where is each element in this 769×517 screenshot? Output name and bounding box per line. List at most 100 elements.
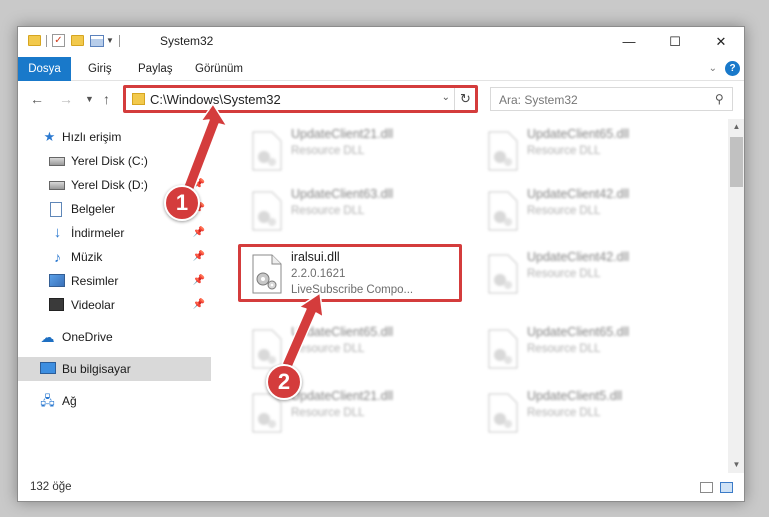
computer-icon (40, 362, 56, 376)
file-name: UpdateClient42.dll (527, 187, 630, 201)
file-description: LiveSubscribe Compo... (291, 284, 414, 296)
expand-ribbon-icon[interactable]: ⌄ (709, 63, 717, 74)
file-description: Resource DLL (527, 145, 601, 157)
file-tile[interactable]: UpdateClient63.dll Resource DLL (239, 181, 463, 239)
file-tile[interactable]: UpdateClient5.dll Resource DLL (475, 383, 699, 441)
file-name: UpdateClient63.dll (291, 187, 394, 201)
maximize-button[interactable]: ☐ (652, 27, 698, 57)
sidebar-item-label: Bu bilgisayar (62, 362, 131, 376)
close-button[interactable]: ✕ (698, 27, 744, 57)
up-arrow-icon[interactable]: ↑ (103, 91, 110, 107)
sidebar-item-network[interactable]: 🖧 Ağ (18, 389, 211, 413)
file-description: Resource DLL (527, 407, 601, 419)
search-input[interactable]: Ara: System32 ⚲ (490, 87, 733, 111)
item-count: 132 öğe (30, 481, 72, 493)
pin-icon: 📌 (192, 227, 205, 238)
refresh-icon[interactable]: ↻ (454, 88, 476, 110)
drive-icon (49, 178, 65, 192)
file-tile[interactable]: UpdateClient21.dll Resource DLL (239, 121, 463, 179)
tab-file[interactable]: Dosya (18, 57, 71, 81)
pictures-icon (49, 274, 65, 288)
scrollbar-thumb[interactable] (730, 137, 743, 187)
sidebar-item-downloads[interactable]: ↓ İndirmeler 📌 (18, 221, 211, 245)
file-description: Resource DLL (291, 205, 365, 217)
file-name: UpdateClient21.dll (291, 127, 394, 141)
file-description: Resource DLL (291, 145, 365, 157)
document-icon (50, 202, 65, 217)
file-name: iralsui.dll (291, 250, 340, 264)
vertical-scrollbar[interactable]: ▲ ▼ (728, 119, 744, 473)
sidebar-item-label: Ağ (62, 394, 77, 408)
sidebar-item-label: Müzik (71, 250, 103, 264)
file-tile[interactable]: UpdateClient42.dll Resource DLL (475, 244, 699, 302)
file-description: Resource DLL (527, 343, 601, 355)
file-description: Resource DLL (291, 407, 365, 419)
sidebar-item-label: Yerel Disk (C:) (71, 154, 148, 168)
file-tile[interactable]: UpdateClient65.dll Resource DLL (475, 319, 699, 377)
dll-file-icon (252, 131, 282, 171)
minimize-button[interactable]: — (606, 27, 652, 57)
search-icon[interactable]: ⚲ (715, 92, 724, 106)
status-bar: 132 öğe (18, 473, 744, 501)
file-tile[interactable]: UpdateClient65.dll Resource DLL (475, 121, 699, 179)
file-description: Resource DLL (527, 205, 601, 217)
dll-file-icon (488, 131, 518, 171)
help-icon[interactable]: ? (725, 61, 740, 76)
sidebar-item-label: Belgeler (71, 202, 116, 216)
dll-file-icon (488, 393, 518, 433)
dll-file-icon (252, 329, 282, 369)
ribbon-tabs: Dosya Giriş Paylaş Görünüm ⌄ ? (18, 57, 744, 81)
pin-icon: 📌 (192, 155, 205, 166)
sidebar-item-label: Yerel Disk (D:) (71, 178, 148, 192)
title-bar: ✓ ▼ System32 — ☐ ✕ (18, 27, 744, 57)
sidebar-item-label: Resimler (71, 274, 119, 288)
forward-arrow-icon[interactable]: → (59, 91, 73, 107)
address-bar[interactable]: C:\Windows\System32 ⌄ ↻ (125, 87, 477, 111)
folder-icon[interactable] (28, 35, 41, 46)
properties-icon[interactable] (90, 34, 104, 47)
back-arrow-icon[interactable]: ← (30, 91, 44, 107)
dll-file-icon (488, 191, 518, 231)
sidebar-item-label: İndirmeler (71, 226, 125, 240)
file-version: 2.2.0.1621 (291, 268, 346, 280)
customize-dropdown-icon[interactable]: ▼ (106, 36, 114, 45)
dll-file-icon (252, 191, 282, 231)
sidebar-item-quick-access[interactable]: ★ Hızlı erişim (18, 125, 211, 149)
download-icon: ↓ (53, 224, 62, 241)
sidebar-item-local-disk-c[interactable]: Yerel Disk (C:) 📌 (18, 149, 211, 173)
tab-home[interactable]: Giriş (88, 57, 112, 81)
network-icon: 🖧 (40, 393, 55, 408)
scroll-up-icon[interactable]: ▲ (728, 119, 744, 135)
search-placeholder: Ara: System32 (499, 93, 578, 107)
window-title: System32 (160, 34, 214, 48)
sidebar-item-videos[interactable]: Videolar 📌 (18, 293, 211, 317)
properties-check-icon[interactable]: ✓ (52, 34, 65, 47)
file-tile[interactable]: UpdateClient42.dll Resource DLL (475, 181, 699, 239)
new-folder-icon[interactable] (71, 35, 84, 46)
chevron-down-icon[interactable]: ⌄ (442, 92, 450, 103)
dll-file-icon (252, 254, 282, 294)
file-tile-iralsui[interactable]: iralsui.dll 2.2.0.1621 LiveSubscribe Com… (239, 244, 463, 302)
tiles-view-icon[interactable] (720, 482, 733, 493)
tab-view[interactable]: Görünüm (195, 57, 243, 81)
sidebar-item-label: OneDrive (62, 330, 113, 344)
recent-locations-icon[interactable]: ▼ (85, 94, 94, 104)
sidebar-item-this-pc[interactable]: Bu bilgisayar (18, 357, 211, 381)
video-icon (49, 298, 64, 312)
details-view-icon[interactable] (700, 482, 713, 493)
address-path[interactable]: C:\Windows\System32 (150, 92, 281, 107)
sidebar-item-onedrive[interactable]: ☁ OneDrive (18, 325, 211, 349)
sidebar-item-music[interactable]: ♪ Müzik 📌 (18, 245, 211, 269)
file-name: UpdateClient65.dll (527, 127, 630, 141)
tab-share[interactable]: Paylaş (138, 57, 173, 81)
file-name: UpdateClient5.dll (527, 389, 623, 403)
pin-icon: 📌 (192, 299, 205, 310)
music-icon: ♪ (54, 249, 61, 265)
file-description: Resource DLL (291, 343, 365, 355)
scroll-down-icon[interactable]: ▼ (728, 457, 744, 473)
file-name: UpdateClient42.dll (527, 250, 630, 264)
explorer-window: ✓ ▼ System32 — ☐ ✕ Dosya Giriş Paylaş Gö… (17, 26, 745, 502)
navigation-bar: ← → ▼ ↑ C:\Windows\System32 ⌄ ↻ Ara: Sys… (18, 82, 744, 118)
sidebar-item-pictures[interactable]: Resimler 📌 (18, 269, 211, 293)
file-name: UpdateClient65.dll (527, 325, 630, 339)
